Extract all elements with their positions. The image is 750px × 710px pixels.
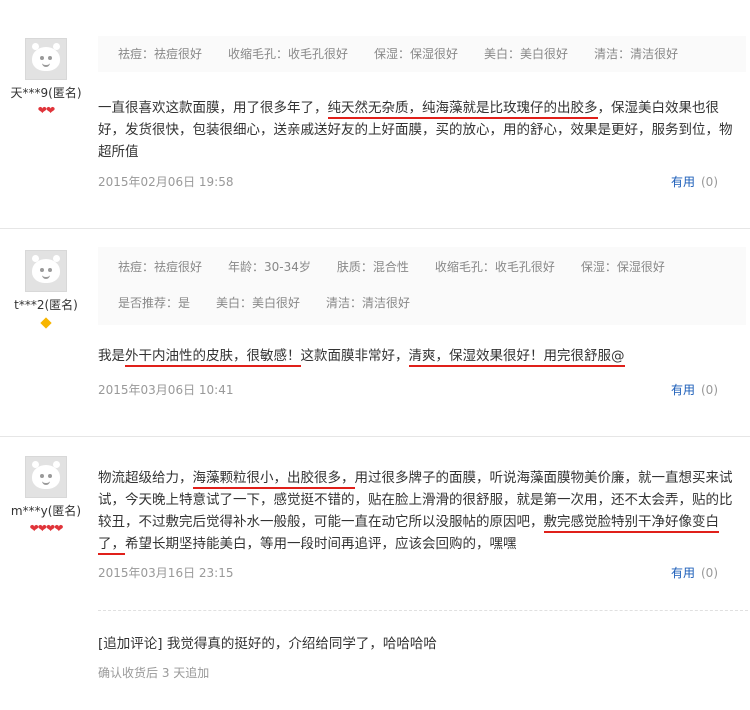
heart-icon: ❤ (37, 522, 47, 535)
divider (0, 436, 750, 437)
review-text: 我是外干内油性的皮肤，很敏感！这款面膜非常好，清爽，保湿效果很好！用完很舒服@ (98, 345, 738, 367)
heart-icon: ❤ (37, 104, 47, 117)
highlighted-text: 外干内油性的皮肤，很敏感！ (125, 348, 301, 367)
diamond-icon (40, 317, 52, 329)
user-level-hearts: ❤❤ (0, 103, 92, 117)
avatar[interactable] (25, 38, 67, 80)
useful-button[interactable]: 有用 (0) (671, 564, 718, 581)
review-date: 2015年03月06日 10:41 (98, 383, 234, 397)
highlighted-text: 海藻颗粒很小，出胶很多， (192, 470, 355, 489)
useful-label[interactable]: 有用 (671, 383, 695, 397)
review-tag: 祛痘：祛痘很好 (118, 260, 203, 274)
heart-icon: ❤ (46, 104, 55, 117)
review-tags: 祛痘：祛痘很好 年龄：30-34岁 肤质：混合性 收缩毛孔：收毛孔很好 保湿：保湿很好 … (98, 247, 746, 325)
review-text-segment: 希望长期坚持能美白，等用一段时间再追评，应该会回购的，嘿嘿 (125, 536, 517, 552)
append-note: 确认收货后 3 天追加 (98, 666, 210, 680)
review-text: 物流超级给力，海藻颗粒很小，出胶很多，用过很多牌子的面膜，听说海藻面膜物美价廉，… (98, 467, 738, 555)
review-text-segment: 物流超级给力， (98, 470, 193, 486)
review-tag: 是否推荐：是 (118, 296, 191, 310)
review-tag: 保湿：保湿很好 (580, 260, 665, 274)
review-tag: 肤质：混合性 (336, 260, 409, 274)
useful-count: (0) (701, 383, 718, 397)
review-date: 2015年02月06日 19:58 (98, 175, 234, 189)
useful-count: (0) (701, 175, 718, 189)
highlighted-text: 纯天然无杂质，纯海藻就是比玫瑰仔的出胶多 (327, 100, 598, 119)
review-text-segment: 这款面膜非常好， (300, 348, 409, 364)
append-separator (98, 610, 748, 611)
useful-label[interactable]: 有用 (671, 175, 695, 189)
highlighted-text: 清爽，保湿效果很好！用完很舒服@ (408, 348, 625, 367)
divider (0, 228, 750, 229)
user-info: t***2(匿名) (0, 250, 92, 329)
review-tag: 保湿：保湿很好 (374, 47, 459, 61)
review-tags: 祛痘：祛痘很好 收缩毛孔：收毛孔很好 保湿：保湿很好 美白：美白很好 清洁：清洁很好 (98, 36, 746, 72)
user-info: m***y(匿名) ❤❤❤❤ (0, 456, 92, 535)
username: t***2(匿名) (14, 298, 78, 312)
useful-button[interactable]: 有用 (0) (671, 173, 718, 190)
useful-count: (0) (701, 566, 718, 580)
review-tag: 收缩毛孔：收毛孔很好 (228, 47, 349, 61)
user-level-hearts: ❤❤❤❤ (0, 521, 92, 535)
heart-icon: ❤ (54, 522, 63, 535)
avatar[interactable] (25, 456, 67, 498)
review-tag: 美白：美白很好 (484, 47, 569, 61)
review-date: 2015年03月16日 23:15 (98, 566, 234, 580)
review-tag: 清洁：清洁很好 (326, 296, 411, 310)
useful-button[interactable]: 有用 (0) (671, 381, 718, 398)
avatar[interactable] (25, 250, 67, 292)
username: 天***9(匿名) (10, 86, 82, 100)
review-tag: 美白：美白很好 (216, 296, 301, 310)
user-info: 天***9(匿名) ❤❤ (0, 38, 92, 117)
user-level-diamonds (0, 315, 92, 329)
review-tag: 收缩毛孔：收毛孔很好 (434, 260, 555, 274)
review-text-segment: 一直很喜欢这款面膜，用了很多年了， (98, 100, 328, 116)
useful-label[interactable]: 有用 (671, 566, 695, 580)
username: m***y(匿名) (10, 504, 82, 518)
append-comment: [追加评论] 我觉得真的挺好的，介绍给同学了，哈哈哈哈 (98, 636, 437, 652)
review-text-segment: 我是 (98, 348, 125, 364)
review-tag: 年龄：30-34岁 (228, 260, 311, 274)
review-tag: 祛痘：祛痘很好 (118, 47, 203, 61)
review-tag: 清洁：清洁很好 (594, 47, 679, 61)
review-text: 一直很喜欢这款面膜，用了很多年了，纯天然无杂质，纯海藻就是比玫瑰仔的出胶多，保湿… (98, 97, 738, 163)
heart-icon: ❤ (46, 522, 55, 535)
heart-icon: ❤ (29, 522, 39, 535)
